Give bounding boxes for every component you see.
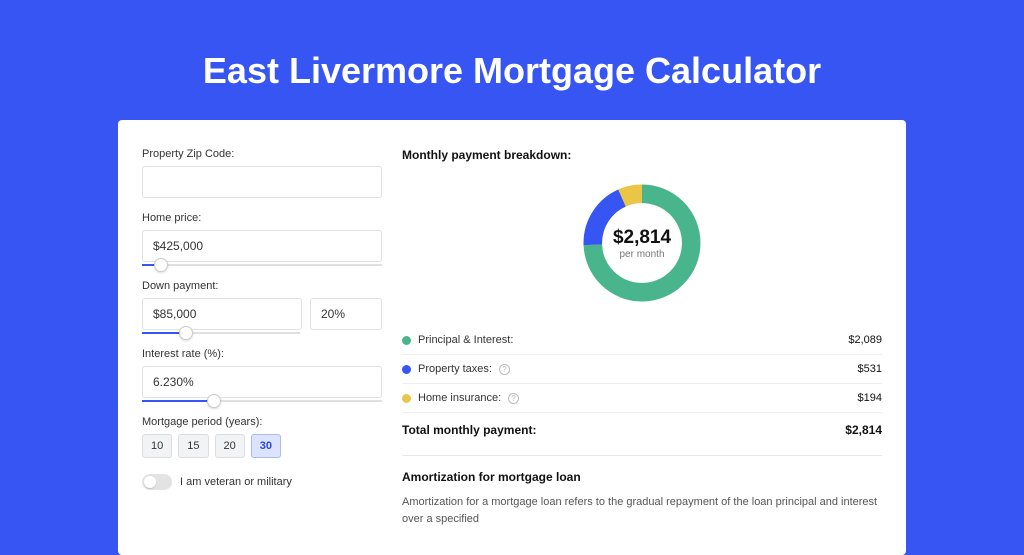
donut-sub: per month <box>619 249 664 260</box>
toggle-knob <box>144 476 156 488</box>
breakdown-panel: Monthly payment breakdown: $2,814 per mo… <box>402 148 882 527</box>
interest-rate-slider[interactable] <box>142 400 382 402</box>
period-option-30[interactable]: 30 <box>251 434 281 458</box>
down-payment-input[interactable] <box>142 298 302 330</box>
slider-thumb[interactable] <box>154 258 168 272</box>
legend-property-taxes: Property taxes: ? $531 <box>402 355 882 384</box>
zip-label: Property Zip Code: <box>142 148 382 160</box>
info-icon[interactable]: ? <box>499 364 510 375</box>
period-option-20[interactable]: 20 <box>215 434 245 458</box>
down-payment-slider[interactable] <box>142 332 300 334</box>
down-payment-label: Down payment: <box>142 280 382 292</box>
period-group: 10 15 20 30 <box>142 434 382 458</box>
amortization-text: Amortization for a mortgage loan refers … <box>402 494 882 527</box>
divider <box>402 455 882 456</box>
interest-rate-input[interactable] <box>142 366 382 398</box>
total-row: Total monthly payment: $2,814 <box>402 413 882 437</box>
zip-input[interactable] <box>142 166 382 198</box>
veteran-label: I am veteran or military <box>180 476 292 488</box>
amortization-heading: Amortization for mortgage loan <box>402 470 882 484</box>
legend-home-insurance: Home insurance: ? $194 <box>402 384 882 413</box>
calculator-card: Property Zip Code: Home price: Down paym… <box>118 120 906 555</box>
veteran-toggle[interactable] <box>142 474 172 490</box>
legend-amount: $531 <box>858 363 882 375</box>
legend-amount: $194 <box>858 392 882 404</box>
interest-rate-label: Interest rate (%): <box>142 348 382 360</box>
legend-label: Principal & Interest: <box>418 334 513 346</box>
home-price-slider[interactable] <box>142 264 382 266</box>
period-option-10[interactable]: 10 <box>142 434 172 458</box>
home-price-input[interactable] <box>142 230 382 262</box>
dot-icon <box>402 365 411 374</box>
period-label: Mortgage period (years): <box>142 416 382 428</box>
payment-donut-chart: $2,814 per month <box>577 178 707 308</box>
slider-thumb[interactable] <box>207 394 221 408</box>
legend-label: Property taxes: <box>418 363 492 375</box>
breakdown-title: Monthly payment breakdown: <box>402 148 882 162</box>
legend-label: Home insurance: <box>418 392 501 404</box>
total-label: Total monthly payment: <box>402 423 536 437</box>
legend-principal-interest: Principal & Interest: $2,089 <box>402 326 882 355</box>
form-panel: Property Zip Code: Home price: Down paym… <box>142 148 382 527</box>
dot-icon <box>402 394 411 403</box>
period-option-15[interactable]: 15 <box>178 434 208 458</box>
page-title: East Livermore Mortgage Calculator <box>0 50 1024 92</box>
legend-amount: $2,089 <box>848 334 882 346</box>
total-amount: $2,814 <box>845 423 882 437</box>
donut-amount: $2,814 <box>613 227 671 249</box>
home-price-label: Home price: <box>142 212 382 224</box>
down-payment-pct-input[interactable] <box>310 298 382 330</box>
dot-icon <box>402 336 411 345</box>
info-icon[interactable]: ? <box>508 393 519 404</box>
slider-thumb[interactable] <box>179 326 193 340</box>
